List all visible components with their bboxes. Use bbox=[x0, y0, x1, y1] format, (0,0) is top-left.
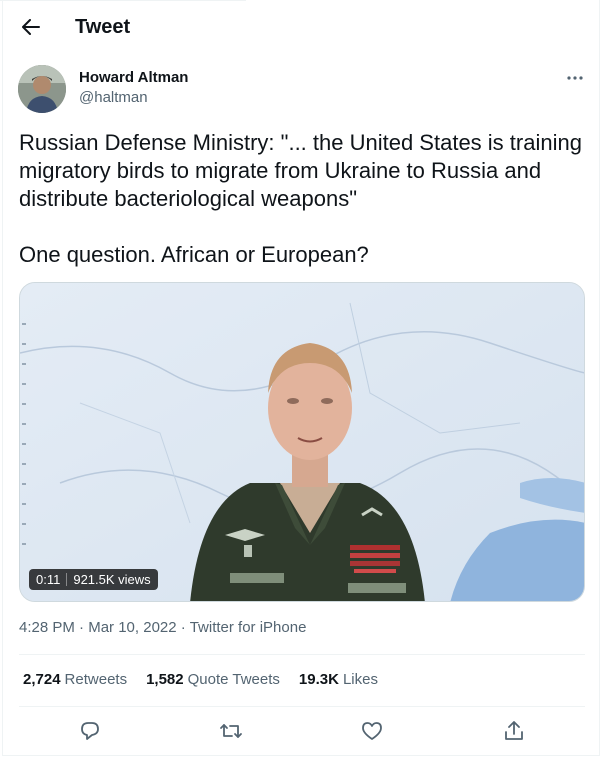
tweet-text-paragraph-2: One question. African or European? bbox=[19, 242, 369, 267]
retweet-button[interactable] bbox=[218, 718, 244, 744]
video-stats-badge: 0:11 921.5K views bbox=[29, 569, 158, 590]
tweet-time[interactable]: 4:28 PM bbox=[19, 619, 75, 636]
more-horizontal-icon bbox=[567, 76, 583, 80]
tweet-stats: 2,724 Retweets 1,582 Quote Tweets 19.3K Lik… bbox=[23, 671, 378, 688]
arrow-left-icon bbox=[22, 19, 40, 35]
likes-stat[interactable]: 19.3K Likes bbox=[299, 671, 378, 688]
more-button[interactable] bbox=[565, 68, 585, 88]
likes-count: 19.3K bbox=[298, 671, 339, 688]
tweet-metadata: 4:28 PM · Mar 10, 2022 · Twitter for iPh… bbox=[19, 619, 306, 636]
share-icon bbox=[505, 721, 523, 740]
video-thumbnail bbox=[20, 283, 584, 601]
meta-separator: · bbox=[79, 619, 85, 636]
author-handle[interactable]: @haltman bbox=[79, 89, 148, 106]
like-icon bbox=[362, 722, 382, 740]
author-name[interactable]: Howard Altman bbox=[79, 69, 188, 86]
retweets-stat[interactable]: 2,724 Retweets bbox=[23, 671, 127, 688]
quote-tweets-count: 1,582 bbox=[146, 671, 184, 688]
quote-tweets-label: Quote Tweets bbox=[187, 671, 280, 688]
meta-separator: · bbox=[180, 619, 186, 636]
tweet-actions bbox=[0, 716, 604, 746]
retweet-icon bbox=[220, 724, 242, 738]
video-player[interactable]: 0:11 921.5K views bbox=[19, 282, 585, 602]
video-views: 921.5K views bbox=[73, 572, 151, 587]
avatar[interactable] bbox=[18, 65, 66, 113]
retweets-count: 2,724 bbox=[23, 671, 61, 688]
tweet-text: Russian Defense Ministry: "... the Unite… bbox=[19, 129, 589, 269]
reply-icon bbox=[81, 722, 99, 740]
retweets-label: Retweets bbox=[64, 671, 128, 688]
badge-separator bbox=[66, 573, 68, 586]
tweet-text-paragraph-1: Russian Defense Ministry: "... the Unite… bbox=[19, 130, 582, 211]
quote-tweets-stat[interactable]: 1,582 Quote Tweets bbox=[146, 671, 280, 688]
page-header: Tweet bbox=[0, 0, 604, 53]
like-button[interactable] bbox=[359, 718, 385, 744]
divider bbox=[19, 654, 585, 655]
share-button[interactable] bbox=[501, 718, 527, 744]
video-duration: 0:11 bbox=[36, 572, 61, 587]
tweet-source[interactable]: Twitter for iPhone bbox=[190, 619, 307, 636]
reply-button[interactable] bbox=[77, 718, 103, 744]
divider bbox=[19, 706, 585, 707]
likes-label: Likes bbox=[342, 671, 378, 688]
back-button[interactable] bbox=[18, 14, 44, 40]
page-title: Tweet bbox=[75, 16, 131, 38]
tweet-date[interactable]: Mar 10, 2022 bbox=[88, 619, 176, 636]
